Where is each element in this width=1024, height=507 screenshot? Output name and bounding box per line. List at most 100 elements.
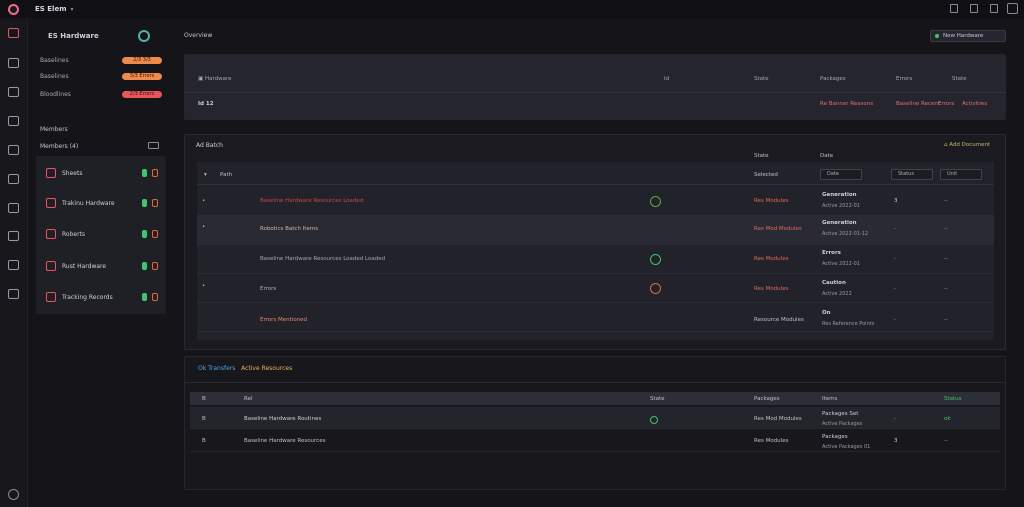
app-logo[interactable] xyxy=(8,3,19,15)
unit-filter-select[interactable]: Unit xyxy=(940,169,982,180)
notifications-icon[interactable] xyxy=(950,4,958,13)
row-action[interactable]: -- xyxy=(944,198,948,204)
row-state: Res Modules xyxy=(754,256,789,262)
list-item[interactable]: Rust Hardware xyxy=(36,251,166,281)
row-state: Res Mod Modules xyxy=(754,226,802,232)
stat-row: Baselines 2/3 3/3 xyxy=(40,57,162,64)
row-name[interactable]: Baseline Hardware Resources xyxy=(244,438,325,444)
new-hardware-button[interactable]: New Hardware xyxy=(930,30,1006,42)
avatar[interactable] xyxy=(1007,3,1018,14)
filter-state: Selected xyxy=(754,172,778,178)
column-header: State xyxy=(650,396,665,402)
row-count: 3 xyxy=(894,198,898,204)
row-state: Resource Modules xyxy=(754,317,804,323)
list-item[interactable]: Roberts xyxy=(36,219,166,249)
server-icon xyxy=(46,198,56,208)
divider xyxy=(184,382,1006,383)
list-item[interactable]: Trakinu Hardware xyxy=(36,188,166,218)
list-item[interactable]: Sheets xyxy=(36,158,166,188)
summary-value: Errors xyxy=(938,101,955,107)
row-marker: • xyxy=(202,198,206,204)
row-packages: Packages xyxy=(822,434,848,440)
status-badge: 2/3 3/3 xyxy=(122,57,162,64)
document-icon[interactable] xyxy=(970,4,978,13)
nav-rail xyxy=(0,18,28,507)
server-icon[interactable] xyxy=(8,87,19,97)
table-row[interactable] xyxy=(197,274,994,303)
row-name[interactable]: Errors xyxy=(260,286,276,292)
plus-icon xyxy=(935,34,939,38)
row-sub: Active Packages xyxy=(822,421,863,427)
row-sub: Active 2022-01-12 xyxy=(822,231,869,237)
folder-icon[interactable] xyxy=(148,142,159,149)
check-icon xyxy=(650,254,661,265)
section-title-b: Active Resources xyxy=(241,365,293,372)
server-icon xyxy=(46,168,56,178)
row-state: Res Modules xyxy=(754,438,789,444)
column-header: Id xyxy=(664,76,670,82)
table-row[interactable] xyxy=(197,303,994,332)
table-header xyxy=(190,392,1000,405)
row-name[interactable]: Robotics Batch Items xyxy=(260,226,318,232)
list-item[interactable]: Tracking Records xyxy=(36,282,166,312)
row-date: Generation xyxy=(822,220,857,226)
column-header: State xyxy=(952,76,967,82)
section-title: Ok Transfers Active Resources xyxy=(198,365,292,372)
row-name[interactable]: Baseline Hardware Resources Loaded Loade… xyxy=(260,256,385,262)
row-b: B xyxy=(202,438,206,444)
chevron-down-icon[interactable]: ▾ xyxy=(70,6,73,13)
stat-label: Baselines xyxy=(40,57,69,64)
row-action[interactable]: -- xyxy=(944,317,948,323)
flame-icon[interactable] xyxy=(8,28,19,38)
date-filter-select[interactable]: Date xyxy=(820,169,862,180)
summary-card xyxy=(184,54,1006,120)
column-header: State xyxy=(754,76,769,82)
database-icon[interactable] xyxy=(8,203,19,213)
status-ring-icon[interactable] xyxy=(138,30,150,42)
filter-label: Path xyxy=(220,172,233,178)
expand-icon[interactable]: ▾ xyxy=(204,172,207,178)
column-header: Packages xyxy=(820,76,846,82)
server-icon xyxy=(46,261,56,271)
row-name[interactable]: Baseline Hardware Routines xyxy=(244,416,321,422)
box-icon[interactable] xyxy=(8,58,19,68)
row-name[interactable]: Baseline Hardware Resources Loaded xyxy=(260,198,363,204)
list-icon[interactable] xyxy=(8,231,19,241)
row-name[interactable]: Errors Mentioned xyxy=(260,317,307,323)
settings-icon[interactable] xyxy=(990,4,998,13)
column-header-label: Hardware xyxy=(204,76,232,82)
button-label: New Hardware xyxy=(943,33,984,39)
warning-icon xyxy=(650,283,661,294)
chart-icon[interactable] xyxy=(8,145,19,155)
summary-id: Id 12 xyxy=(198,101,214,107)
folder-icon[interactable] xyxy=(8,174,19,184)
row-count: - xyxy=(894,286,896,292)
status-indicator xyxy=(142,169,147,177)
status-indicator xyxy=(142,199,147,207)
app-title[interactable]: ES Elem xyxy=(35,5,66,13)
row-status: -- xyxy=(944,438,948,444)
row-action[interactable]: -- xyxy=(944,286,948,292)
sidebar-section-label: Members xyxy=(40,126,68,133)
list-item-label: Tracking Records xyxy=(62,294,113,301)
row-action[interactable]: -- xyxy=(944,226,948,232)
row-action[interactable]: -- xyxy=(944,256,948,262)
stat-row: Baselines 3/3 Errors xyxy=(40,73,162,80)
sidebar-section-sub[interactable]: Members (4) xyxy=(40,143,78,150)
row-packages: Packages Set xyxy=(822,411,859,417)
cube-icon[interactable] xyxy=(8,260,19,270)
row-sub: Active 2022-01 xyxy=(822,261,860,267)
page-title: Overview xyxy=(184,32,213,39)
column-header: Status xyxy=(944,396,962,402)
top-bar: ES Elem ▾ xyxy=(0,0,1024,18)
section-title: Ad Batch xyxy=(196,142,223,149)
grid-icon[interactable] xyxy=(8,116,19,126)
network-icon[interactable] xyxy=(8,289,19,299)
status-filter-select[interactable]: Status xyxy=(891,169,933,180)
member-list: Sheets Trakinu Hardware Roberts Rust Har… xyxy=(36,156,166,314)
add-document-link[interactable]: ⌂ Add Document xyxy=(944,142,990,148)
filter-row xyxy=(197,165,994,185)
gear-icon[interactable] xyxy=(8,489,19,500)
leaf-icon xyxy=(650,196,661,207)
sidebar-title: ES Hardware xyxy=(48,32,99,40)
